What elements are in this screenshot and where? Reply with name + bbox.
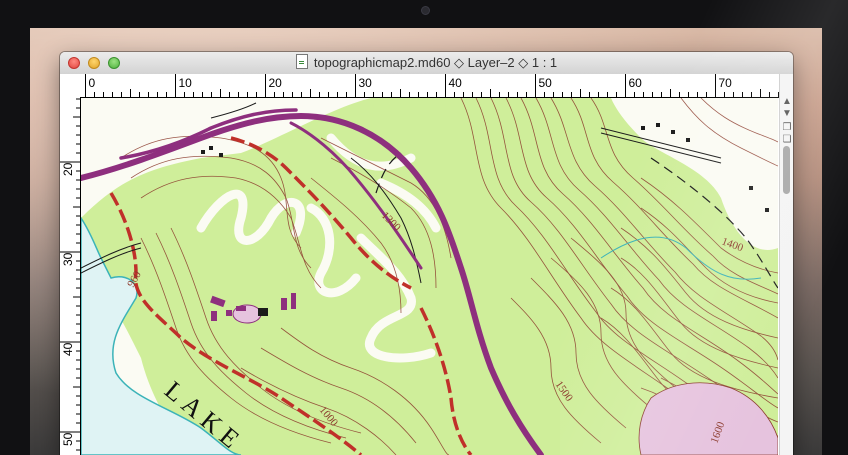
ruler-top-label: 50 <box>539 76 553 90</box>
ruler-left-label: 40 <box>61 342 75 356</box>
ruler-left-label: 50 <box>61 432 75 446</box>
ruler-top-label: 70 <box>719 76 733 90</box>
ruler-top-label: 20 <box>269 76 283 90</box>
map-canvas[interactable]: 960 1000 1300 1400 1500 1600 LAKE <box>81 98 778 455</box>
ruler-corner[interactable] <box>60 74 81 98</box>
vertical-scrollbar[interactable]: ▲ ▼ ❐ ❏ <box>779 74 793 455</box>
window-title-area: topographicmap2.md60 ◇ Layer–2 ◇ 1 : 1 <box>60 52 793 74</box>
ruler-left-label: 20 <box>61 162 75 176</box>
window-title: topographicmap2.md60 ◇ Layer–2 ◇ 1 : 1 <box>313 55 558 70</box>
copy-icon[interactable]: ❐ <box>781 122 793 134</box>
ruler-top-label: 60 <box>629 76 643 90</box>
arrow-down-icon[interactable]: ▼ <box>781 108 793 120</box>
document-icon <box>295 54 308 69</box>
scrollbar-thumb[interactable] <box>783 146 790 194</box>
ruler-top-label: 30 <box>359 76 373 90</box>
ruler-top-label: 0 <box>89 76 96 90</box>
document-window: topographicmap2.md60 ◇ Layer–2 ◇ 1 : 1 0… <box>60 52 793 455</box>
arrow-up-icon[interactable]: ▲ <box>781 96 793 108</box>
ruler-left-label: 30 <box>61 252 75 266</box>
window-titlebar[interactable]: topographicmap2.md60 ◇ Layer–2 ◇ 1 : 1 <box>60 52 793 75</box>
ruler-top-label: 10 <box>179 76 193 90</box>
vertical-ruler[interactable]: 20 30 40 50 <box>60 97 81 455</box>
ruler-top-label: 40 <box>449 76 463 90</box>
horizontal-ruler[interactable]: 0 10 20 30 40 50 60 70 <box>80 74 779 98</box>
layers-icon[interactable]: ❏ <box>781 134 793 146</box>
camera-icon <box>421 6 430 15</box>
